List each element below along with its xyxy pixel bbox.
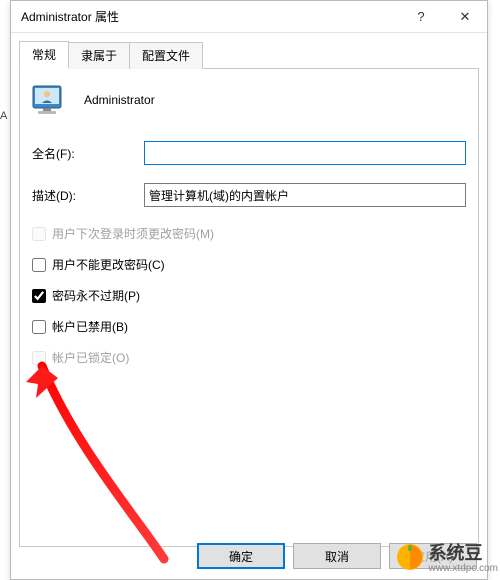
check-password-never-expires[interactable]: 密码永不过期(P)	[32, 287, 466, 304]
tab-panel-general: Administrator 全名(F): 描述(D): 用户下次登录时须更改密码…	[19, 69, 479, 547]
tab-label: 配置文件	[142, 49, 190, 63]
close-button[interactable]: ✕	[443, 1, 487, 33]
check-account-locked: 帐户已锁定(O)	[32, 349, 466, 366]
check-label: 帐户已锁定(O)	[52, 349, 129, 366]
check-cannot-change-password-box[interactable]	[32, 258, 46, 272]
ok-button[interactable]: 确定	[197, 543, 285, 569]
check-label: 用户不能更改密码(C)	[52, 256, 165, 273]
fullname-label: 全名(F):	[32, 145, 144, 162]
description-row: 描述(D):	[32, 183, 466, 207]
check-label: 帐户已禁用(B)	[52, 318, 128, 335]
tab-profile[interactable]: 配置文件	[129, 42, 203, 69]
check-must-change-password-box	[32, 227, 46, 241]
help-button[interactable]: ?	[399, 1, 443, 33]
apply-button[interactable]: 应用(A)	[389, 543, 477, 569]
checkbox-group: 用户下次登录时须更改密码(M) 用户不能更改密码(C) 密码永不过期(P) 帐户…	[32, 225, 466, 366]
description-label: 描述(D):	[32, 187, 144, 204]
tab-strip: 常规 隶属于 配置文件	[19, 41, 479, 69]
check-account-disabled-box[interactable]	[32, 320, 46, 334]
window-title: Administrator 属性	[11, 8, 399, 25]
properties-dialog: Administrator 属性 ? ✕ 常规 隶属于 配置文件 Adminis…	[10, 0, 488, 580]
description-input[interactable]	[144, 183, 466, 207]
fullname-row: 全名(F):	[32, 141, 466, 165]
cancel-button[interactable]: 取消	[293, 543, 381, 569]
check-label: 密码永不过期(P)	[52, 287, 140, 304]
check-label: 用户下次登录时须更改密码(M)	[52, 225, 214, 242]
check-account-locked-box	[32, 351, 46, 365]
check-cannot-change-password[interactable]: 用户不能更改密码(C)	[32, 256, 466, 273]
fullname-input[interactable]	[144, 141, 466, 165]
user-header: Administrator	[32, 83, 466, 117]
background-fragment: A	[0, 110, 10, 122]
tab-label: 常规	[32, 48, 56, 62]
check-must-change-password: 用户下次登录时须更改密码(M)	[32, 225, 466, 242]
titlebar: Administrator 属性 ? ✕	[11, 1, 487, 33]
user-icon	[32, 83, 66, 117]
tab-label: 隶属于	[81, 49, 117, 63]
user-name: Administrator	[84, 93, 155, 107]
dialog-buttons: 确定 取消 应用(A)	[11, 543, 487, 569]
tab-memberof[interactable]: 隶属于	[68, 42, 130, 69]
tab-general[interactable]: 常规	[19, 41, 69, 69]
check-account-disabled[interactable]: 帐户已禁用(B)	[32, 318, 466, 335]
check-password-never-expires-box[interactable]	[32, 289, 46, 303]
